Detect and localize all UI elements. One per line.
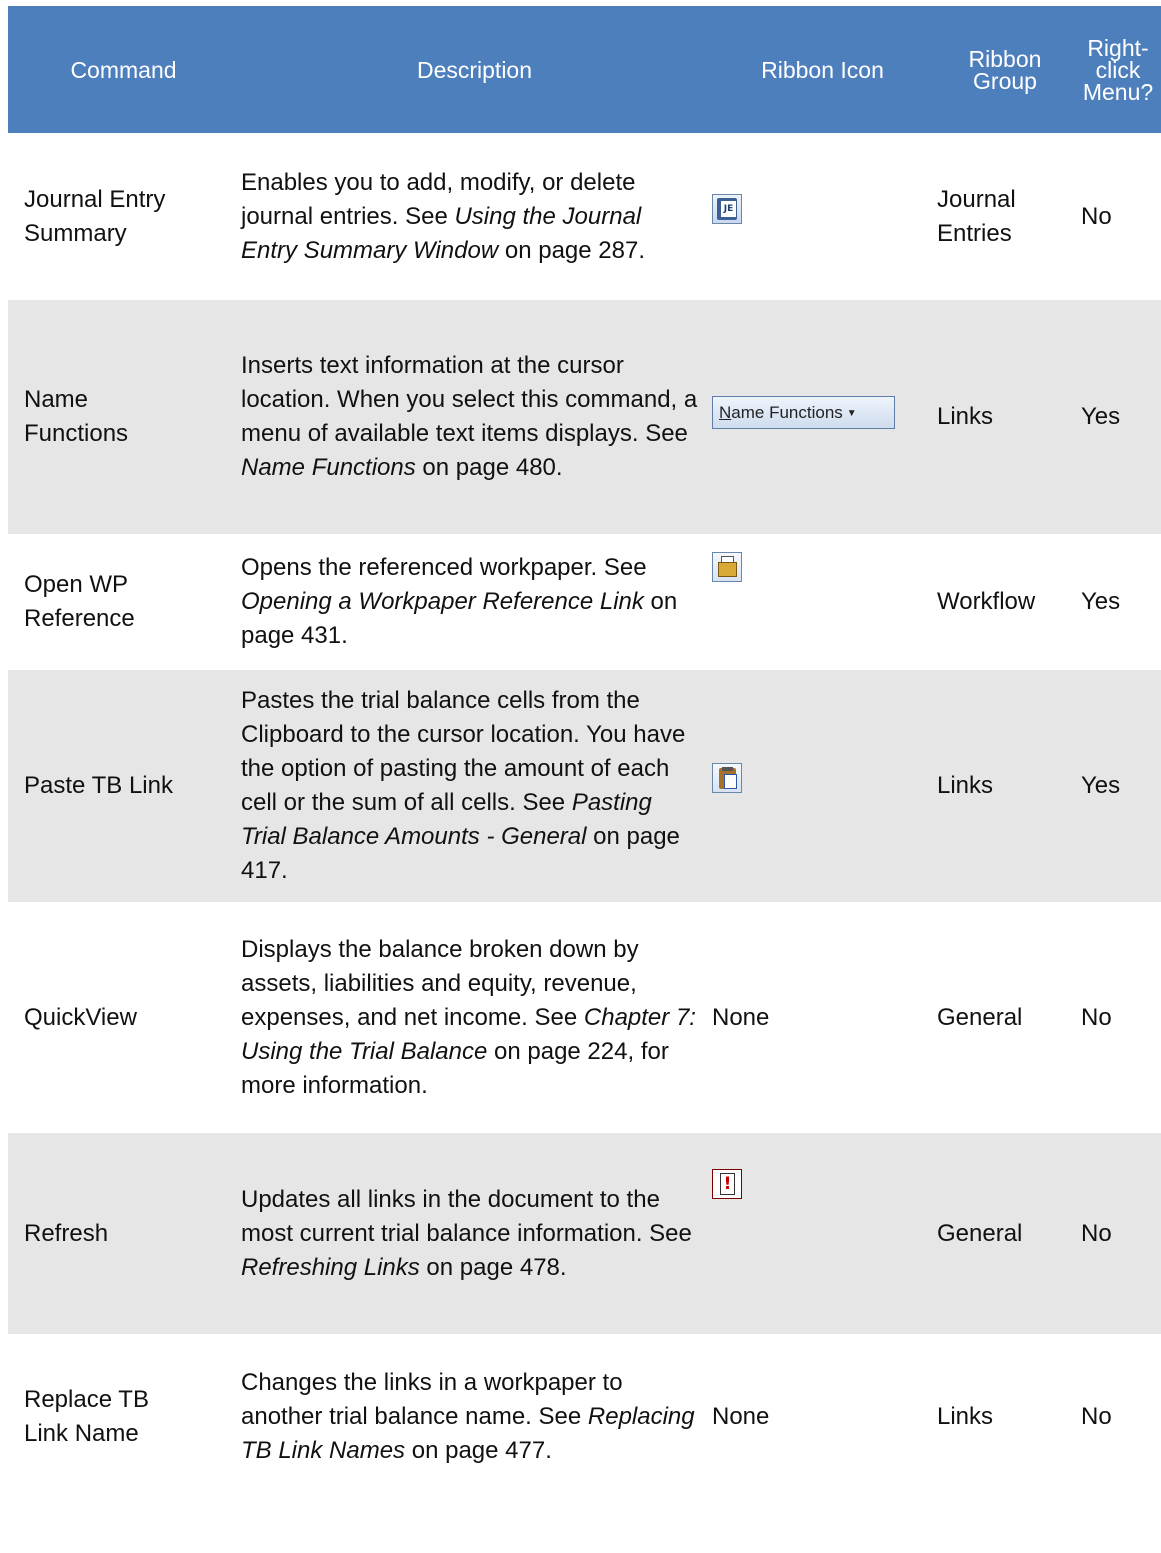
command-cell: Name Functions	[24, 386, 129, 447]
header-description: Description	[416, 56, 533, 83]
description-cell: Updates all links in the document to the…	[241, 1185, 692, 1281]
command-cell: Refresh	[24, 1219, 109, 1247]
header-ribbon-icon: Ribbon Icon	[761, 56, 884, 83]
right-click-cell: No	[1081, 202, 1112, 230]
command-cell: Open WP Reference	[24, 571, 135, 632]
description-cell: Opens the referenced workpaper. See Open…	[241, 554, 678, 649]
ribbon-icon-cell	[710, 534, 935, 670]
command-cell: Paste TB Link	[24, 772, 173, 799]
ribbon-group-cell: Links	[937, 772, 994, 799]
description-cell: Inserts text information at the cursor l…	[241, 352, 698, 481]
ribbon-group-cell: Journal Entries	[937, 185, 1016, 247]
command-cell: QuickView	[24, 1003, 137, 1031]
table-row: QuickView Displays the balance broken do…	[8, 902, 1161, 1133]
table-row: Name Functions Inserts text information a…	[8, 300, 1161, 534]
table-row: Replace TB Link Name Changes the links in…	[8, 1334, 1161, 1499]
ribbon-group-cell: Workflow	[937, 588, 1036, 615]
header-ribbon-group: Ribbon Group	[968, 45, 1042, 94]
cross-reference-link[interactable]: Opening a Workpaper Reference Link	[241, 588, 644, 615]
header-right-click-menu: Right-click Menu?	[1082, 34, 1154, 105]
right-click-cell: No	[1081, 1219, 1112, 1247]
ribbon-icon-cell: None	[712, 1003, 770, 1031]
journal-entry-icon: JE	[712, 193, 742, 224]
cross-reference-link[interactable]: Refreshing Links	[241, 1254, 420, 1281]
description-cell: Changes the links in a workpaper to anot…	[241, 1368, 695, 1464]
ribbon-group-cell: General	[937, 1003, 1023, 1031]
right-click-cell: Yes	[1081, 588, 1121, 615]
ribbon-icon-cell: Name Functions ▼	[710, 300, 935, 534]
refresh-icon: !	[712, 1169, 742, 1199]
commands-table: Command Description Ribbon Icon Ribbon Gr…	[8, 6, 1161, 1499]
ribbon-icon-cell: JE	[710, 133, 935, 300]
command-cell: Journal Entry Summary	[24, 185, 166, 247]
ribbon-icon-cell	[710, 670, 935, 902]
right-click-cell: Yes	[1081, 772, 1121, 799]
description-cell: Pastes the trial balance cells from the …	[241, 687, 686, 884]
name-functions-dropdown-button: Name Functions ▼	[712, 395, 895, 429]
table-row: Refresh Updates all links in the documen…	[8, 1133, 1161, 1334]
table-header-row: Command Description Ribbon Icon Ribbon Gr…	[8, 6, 1161, 133]
right-click-cell: Yes	[1081, 403, 1121, 430]
ribbon-group-cell: Links	[937, 1402, 994, 1430]
ribbon-icon-cell: !	[710, 1133, 935, 1334]
table-row: Journal Entry Summary Enables you to add,…	[8, 133, 1161, 300]
command-cell: Replace TB Link Name	[24, 1385, 149, 1447]
ribbon-group-cell: General	[937, 1219, 1023, 1247]
right-click-cell: No	[1081, 1402, 1112, 1430]
description-cell: Enables you to add, modify, or delete jo…	[241, 168, 645, 264]
chevron-down-icon: ▼	[846, 407, 857, 419]
cross-reference-link[interactable]: Name Functions	[241, 454, 416, 481]
table-row: Open WP Reference Opens the referenced wo…	[8, 534, 1161, 670]
right-click-cell: No	[1081, 1003, 1112, 1031]
description-cell: Displays the balance broken down by asse…	[241, 935, 696, 1099]
ribbon-group-cell: Links	[937, 403, 994, 430]
table-row: Paste TB Link Pastes the trial balance c…	[8, 670, 1161, 902]
paste-icon	[712, 763, 742, 793]
ribbon-icon-cell: None	[712, 1402, 770, 1430]
header-command: Command	[70, 56, 177, 83]
open-folder-icon	[712, 552, 742, 582]
